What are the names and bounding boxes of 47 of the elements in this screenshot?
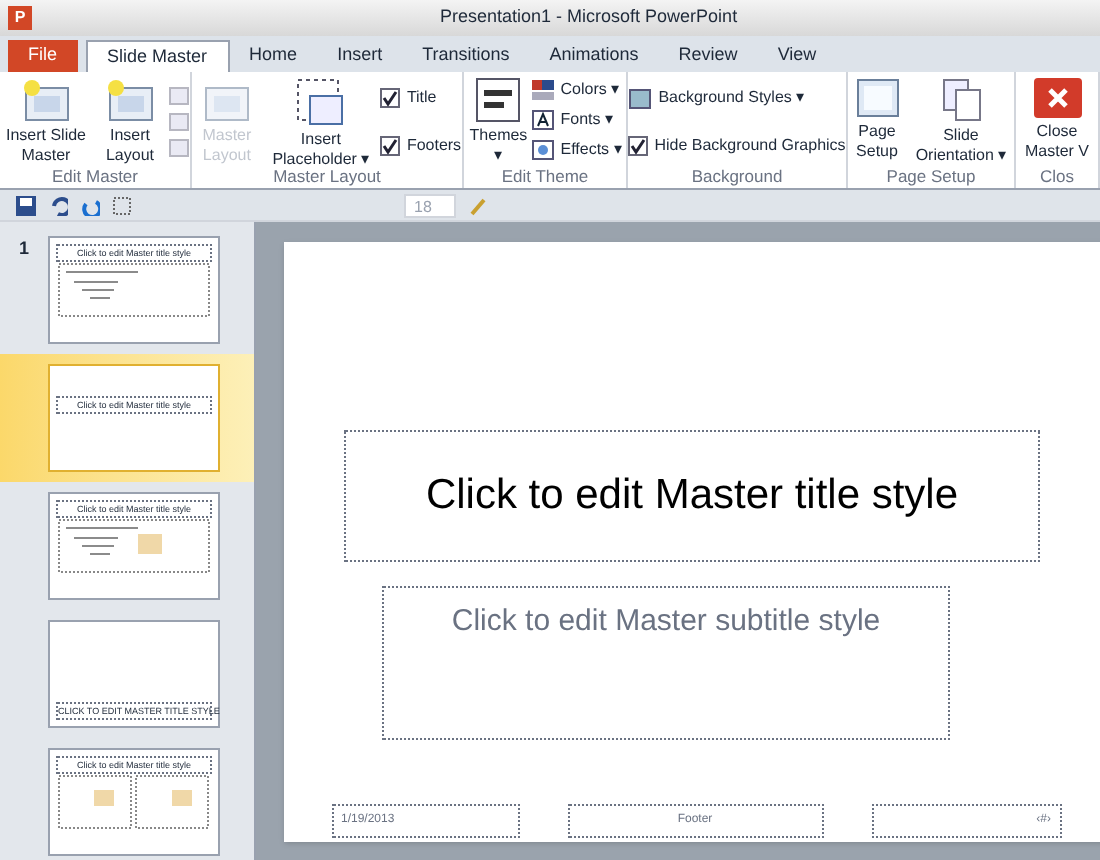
checkbox[interactable]: Hide Background Graphics (628, 134, 846, 158)
slide-subtitle: Click to edit Master subtitle style (451, 602, 881, 642)
redo-icon[interactable] (80, 195, 100, 215)
slide-number: 1 (18, 236, 29, 262)
layout-star-icon (106, 78, 154, 122)
ribbon-button[interactable]: Slide Orientation ▾ (909, 78, 1013, 166)
ribbon-tab[interactable]: File (8, 40, 78, 72)
slide-star-icon (22, 78, 70, 122)
colors-icon (532, 80, 555, 100)
checkbox-icon[interactable] (628, 136, 649, 156)
themes-icon (476, 78, 521, 122)
app-icon: P (8, 6, 32, 30)
ribbon-button[interactable]: Insert Placeholder ▾ (264, 78, 377, 170)
checkbox[interactable]: Title (380, 86, 462, 110)
ribbon-button[interactable]: Background Styles ▾ (628, 86, 846, 110)
ribbon-button[interactable]: Page Setup (849, 78, 905, 162)
ribbon-button[interactable]: Close Master V (1019, 78, 1095, 162)
ribbon-button[interactable]: Fonts ▾ (532, 108, 622, 132)
page-icon (855, 78, 899, 118)
fonts-icon (532, 110, 555, 130)
select-icon[interactable] (112, 195, 132, 215)
ribbon-button[interactable]: Insert Slide Master (0, 78, 92, 166)
background-icon (628, 87, 653, 109)
ribbon-button[interactable]: Effects ▾ (532, 138, 622, 162)
effects-icon (532, 140, 555, 160)
placeholder-icon (296, 78, 345, 126)
checkbox-icon[interactable] (380, 136, 401, 156)
ribbon-tab[interactable]: Home (229, 40, 318, 72)
ribbon-tab[interactable]: Transitions (402, 40, 530, 72)
save-icon[interactable] (16, 195, 36, 215)
ribbon-tab[interactable]: Insert (317, 40, 403, 72)
pages-icon (939, 78, 983, 122)
close-icon (1033, 78, 1081, 118)
window-title: Presentation1 - Microsoft PowerPoint (440, 4, 738, 31)
ribbon-tab[interactable]: Review (658, 40, 758, 72)
title-placeholder[interactable]: Click to edit Master title style (344, 430, 1040, 562)
undo-icon[interactable] (48, 195, 68, 215)
ribbon-tab[interactable]: Slide Master (85, 40, 230, 72)
ribbon-tab[interactable]: View (757, 40, 837, 72)
checkbox[interactable]: Footers (380, 134, 462, 158)
ribbon-button[interactable]: Colors ▾ (532, 78, 622, 102)
ribbon-tab[interactable]: Animations (529, 40, 659, 72)
subtitle-placeholder[interactable]: Click to edit Master subtitle style (382, 586, 950, 740)
checkbox-icon[interactable] (380, 88, 401, 108)
ribbon-button[interactable]: Themes ▾ (468, 78, 529, 166)
ribbon-button[interactable]: Insert Layout (96, 78, 164, 166)
slide-title: Click to edit Master title style (425, 470, 959, 523)
